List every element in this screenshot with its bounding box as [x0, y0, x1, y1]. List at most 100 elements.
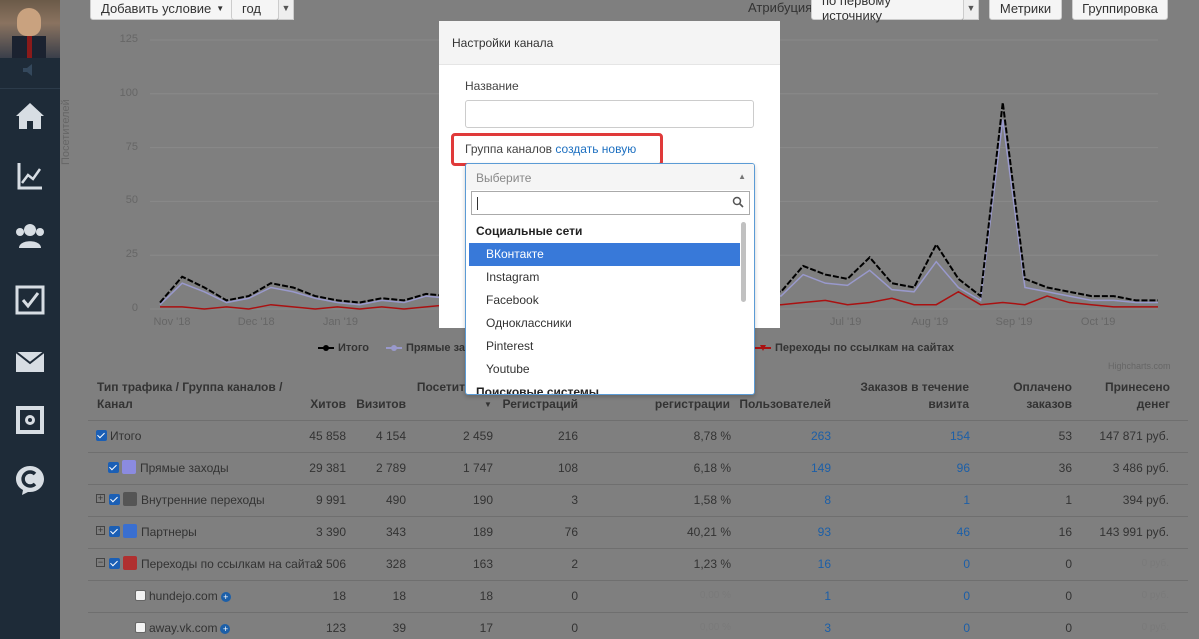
row-checkbox[interactable]	[109, 494, 120, 505]
period-select-arrow-icon[interactable]: ▼	[278, 0, 294, 20]
x-tick-label: Sep '19	[995, 316, 1033, 328]
cell-regs: 76	[564, 525, 578, 539]
cell-reg-conv: 6,18 %	[693, 461, 731, 475]
row-checkbox[interactable]	[96, 430, 107, 441]
select-head[interactable]: Выберите ▲	[466, 164, 754, 190]
table-row[interactable]: + Внутренние переходы 9 991 490 190 3 1,58 % 8 1…	[88, 484, 1188, 516]
dropdown-scrollbar[interactable]	[741, 222, 746, 302]
cell-users[interactable]: 93	[818, 525, 831, 539]
row-name[interactable]: Партнеры	[141, 525, 197, 539]
expand-icon[interactable]: +	[96, 494, 105, 503]
table-row[interactable]: Итого 45 858 4 154 2 459 216 8,78 % 263 154 53 14…	[88, 420, 1188, 452]
cell-hits: 29 381	[309, 461, 346, 475]
select-option[interactable]: Youtube	[469, 358, 740, 381]
cell-orders[interactable]: 1	[963, 493, 970, 507]
cell-regs: 216	[557, 429, 578, 443]
cell-hits: 3 390	[315, 525, 346, 539]
create-new-group-link[interactable]: создать новую	[555, 142, 636, 156]
add-circle-icon[interactable]: +	[220, 624, 231, 634]
add-circle-icon[interactable]: +	[220, 592, 231, 602]
home-icon[interactable]	[0, 92, 60, 140]
grouping-button[interactable]: Группировка	[1072, 0, 1168, 20]
cell-users[interactable]: 8	[824, 493, 831, 507]
header-visits[interactable]: Визитов	[346, 396, 406, 413]
header-orders-in-visit[interactable]: Заказов в течение визита	[845, 379, 969, 413]
caret-up-icon: ▲	[738, 172, 746, 181]
header-registrations[interactable]: Регистраций	[500, 396, 578, 413]
row-name: away.vk.com +	[149, 621, 231, 635]
header-hits[interactable]: Хитов	[290, 396, 346, 413]
cell-orders[interactable]: 0	[963, 557, 970, 571]
header-reg-conversion[interactable]: регистрации	[610, 396, 730, 413]
cell-visitors: 190	[472, 493, 493, 507]
sort-desc-icon[interactable]: ▼	[484, 396, 492, 413]
table-row[interactable]: + Партнеры 3 390 343 189 76 40,21 % 93 46 16 143 9…	[88, 516, 1188, 548]
row-name[interactable]: Внутренние переходы	[141, 493, 265, 507]
name-input[interactable]	[465, 100, 754, 128]
users-icon[interactable]	[0, 212, 60, 260]
add-condition-button[interactable]: Добавить условие ▼	[90, 0, 236, 20]
row-checkbox[interactable]	[135, 622, 146, 633]
x-tick-label: Jul '19	[829, 316, 862, 328]
select-option[interactable]: Instagram	[469, 266, 740, 289]
select-option[interactable]: Pinterest	[469, 335, 740, 358]
highcharts-credit[interactable]: Highcharts.com	[1108, 361, 1171, 371]
header-traffic-type[interactable]: Тип трафика / Группа каналов / Канал	[97, 379, 297, 413]
table-row[interactable]: away.vk.com + 123 39 17 0 0,00 % 3 0 0 0 руб.	[88, 612, 1188, 639]
cell-users[interactable]: 149	[811, 461, 831, 475]
cell-orders[interactable]: 96	[957, 461, 970, 475]
select-option[interactable]: Одноклассники	[469, 312, 740, 335]
cell-orders[interactable]: 154	[950, 429, 970, 443]
attribution-select-arrow-icon[interactable]: ▼	[963, 0, 979, 20]
row-name: hundejo.com +	[149, 589, 231, 603]
header-users[interactable]: Пользователей	[735, 396, 831, 413]
cell-regs: 2	[571, 557, 578, 571]
cell-users[interactable]: 16	[818, 557, 831, 571]
row-checkbox[interactable]	[135, 590, 146, 601]
mail-icon[interactable]	[0, 338, 60, 386]
safe-icon[interactable]	[0, 396, 60, 444]
period-select[interactable]: год	[231, 0, 279, 20]
header-paid-orders[interactable]: Оплачено заказов	[1000, 379, 1072, 413]
cell-paid: 53	[1058, 429, 1072, 443]
row-name[interactable]: Итого	[110, 429, 141, 443]
cell-regs: 0	[571, 589, 578, 603]
attribution-select[interactable]: по первому источнику	[811, 0, 964, 23]
cell-orders[interactable]: 0	[963, 589, 970, 603]
checklist-icon[interactable]	[0, 276, 60, 324]
cell-orders[interactable]: 46	[957, 525, 970, 539]
legend-referrals[interactable]: Переходы по ссылкам на сайтах	[755, 342, 954, 354]
select-option[interactable]: ВКонтакте	[469, 243, 740, 266]
legend-total[interactable]: Итого	[318, 342, 369, 354]
cell-hits: 2 506	[315, 557, 346, 571]
collapse-icon[interactable]: −	[96, 558, 105, 567]
row-checkbox[interactable]	[108, 462, 119, 473]
cell-reg-conv: 1,58 %	[693, 493, 731, 507]
row-name[interactable]: Переходы по ссылкам на сайтах	[141, 557, 323, 571]
row-checkbox[interactable]	[109, 558, 120, 569]
partners-channel-icon	[123, 524, 137, 538]
cell-users[interactable]: 1	[824, 589, 831, 603]
table-row[interactable]: Прямые заходы 29 381 2 789 1 747 108 6,18 % 14…	[88, 452, 1188, 484]
cell-reg-conv: 8,78 %	[693, 429, 731, 443]
row-name[interactable]: Прямые заходы	[140, 461, 229, 475]
table-row[interactable]: − Переходы по ссылкам на сайтах 2 506 328 16…	[88, 548, 1188, 580]
speaker-icon[interactable]	[0, 50, 60, 90]
row-checkbox[interactable]	[109, 526, 120, 537]
metrics-button[interactable]: Метрики	[989, 0, 1062, 20]
attribution-label: Атрибуция	[748, 0, 813, 15]
header-visitors[interactable]: Посетит	[400, 379, 465, 396]
cell-orders[interactable]: 0	[963, 621, 970, 635]
cell-users[interactable]: 3	[824, 621, 831, 635]
chat-logo-icon[interactable]	[0, 456, 60, 504]
header-revenue[interactable]: Принесено денег	[1090, 379, 1170, 413]
chart-icon[interactable]	[0, 152, 60, 200]
channel-group-select[interactable]: Выберите ▲ Социальные сети ВКонтакте Inst…	[465, 163, 755, 395]
cell-users[interactable]: 263	[811, 429, 831, 443]
select-option[interactable]: Facebook	[469, 289, 740, 312]
table-row[interactable]: hundejo.com + 18 18 18 0 0,00 % 1 0 0 0 руб.	[88, 580, 1188, 612]
expand-icon[interactable]: +	[96, 526, 105, 535]
select-search-input[interactable]	[471, 191, 750, 215]
cell-regs: 0	[571, 621, 578, 635]
links-channel-icon	[123, 556, 137, 570]
